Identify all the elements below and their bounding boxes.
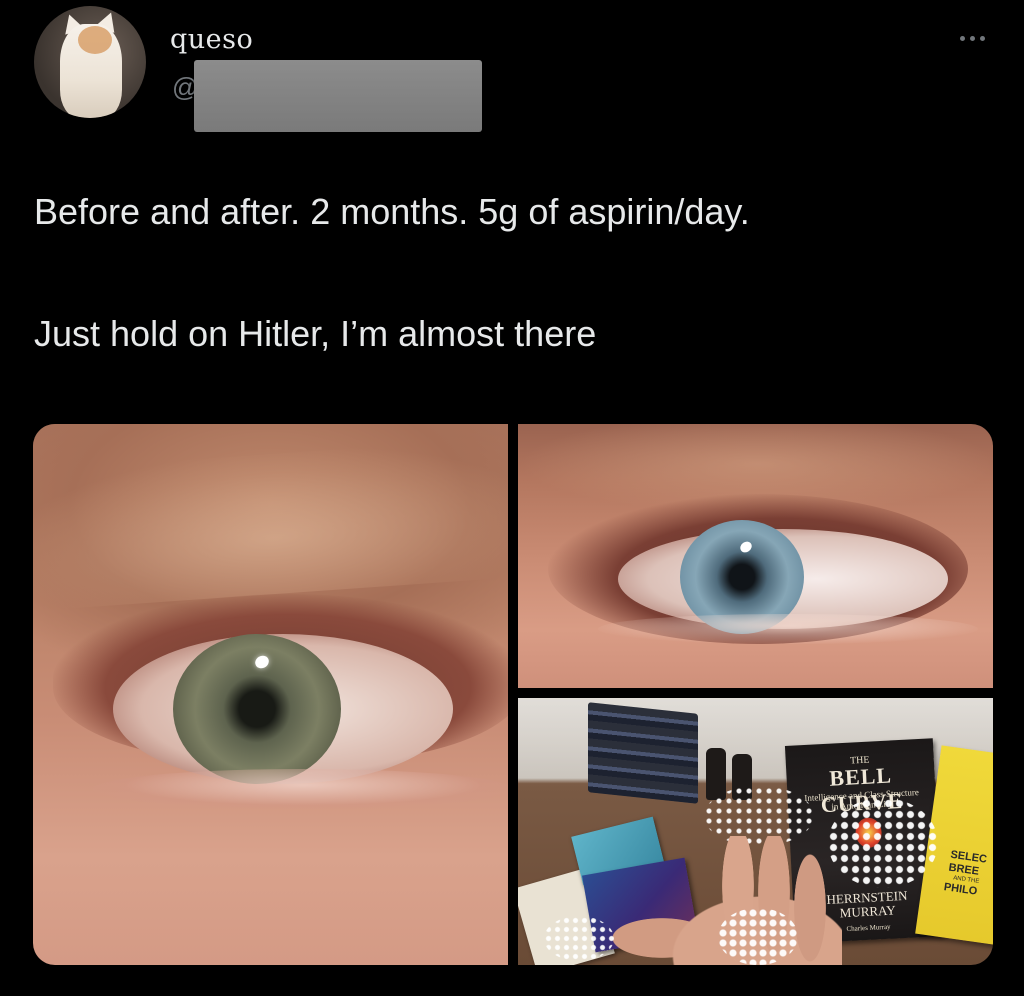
media-photo-books-pills[interactable]: THE BELL CURVE Intelligence and Class St… [518,698,993,965]
lower-lid [598,614,978,644]
more-options-button[interactable] [950,26,994,50]
cat-patch [78,26,112,54]
aspirin-pile [828,798,938,888]
dvd-stack [588,702,698,804]
handle-redaction-box [194,60,482,132]
more-horizontal-icon [959,35,965,41]
tweet-text: Before and after. 2 months. 5g of aspiri… [34,190,984,356]
more-horizontal-icon-dot [969,35,975,41]
user-avatar[interactable] [34,6,146,118]
tweet-text-line-1: Before and after. 2 months. 5g of aspiri… [34,191,750,232]
aspirin-pile [544,916,614,961]
more-horizontal-icon-dot [979,35,985,41]
aspirin-pile-in-hand [718,908,798,965]
media-photo-eye-before[interactable] [33,424,508,965]
media-photo-eye-after[interactable] [518,424,993,688]
lower-lid [93,769,508,809]
tweet-text-line-2: Just hold on Hitler, I’m almost there [34,313,597,354]
display-name[interactable]: queso [170,24,253,55]
tweet-post: queso @ Before and after. 2 months. 5g o… [0,0,1024,996]
